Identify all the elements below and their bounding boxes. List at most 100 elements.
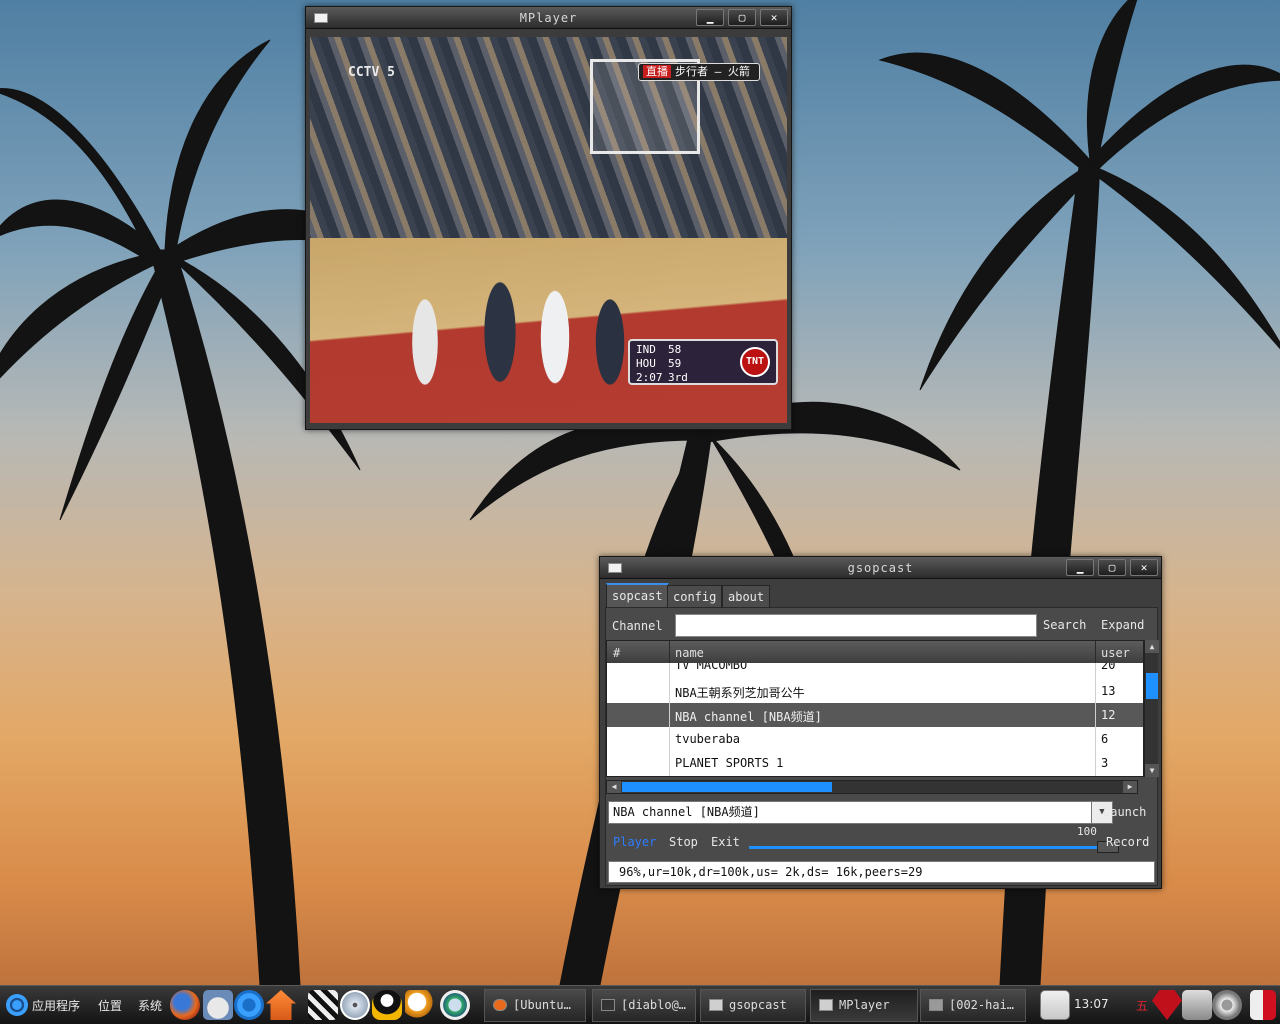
- task-label: [002-hai…: [949, 998, 1015, 1012]
- mplayer-window[interactable]: MPlayer ▁ ▢ ✕ CCTV 5 直播 步行者 — 火箭 IND 58 HO…: [305, 6, 792, 430]
- volume-icon[interactable]: [1212, 990, 1242, 1020]
- qq-penguin-icon[interactable]: [372, 990, 402, 1020]
- score-value: 59: [668, 357, 682, 370]
- search-button[interactable]: Search: [1040, 614, 1089, 636]
- minimize-button[interactable]: ▁: [1066, 559, 1094, 576]
- settings-icon[interactable]: [234, 990, 264, 1020]
- network-logo: TNT: [740, 347, 770, 377]
- ruby-gem-icon[interactable]: [1152, 990, 1182, 1020]
- notes-icon[interactable]: [1040, 990, 1070, 1020]
- gsopcast-window[interactable]: gsopcast ▁ ▢ ✕ sopcast config about Chan…: [599, 556, 1162, 889]
- row-name: PLANET SPORTS 1: [675, 756, 784, 770]
- table-row-selected[interactable]: NBA channel [NBA频道] 12: [607, 703, 1143, 727]
- score-value: 58: [668, 343, 682, 356]
- volume-slider[interactable]: [749, 841, 1119, 853]
- list-header-overlay: # name user: [607, 641, 1143, 663]
- scoreboard: IND 58 HOU 59 2:07 3rd TNT: [628, 339, 778, 385]
- tab-sopcast[interactable]: sopcast: [606, 583, 669, 607]
- table-row[interactable]: NBA王朝系列芝加哥公牛 13: [607, 679, 1143, 703]
- row-name: tvuberaba: [675, 732, 741, 746]
- minimize-button[interactable]: ▁: [696, 9, 724, 26]
- video-frame[interactable]: CCTV 5 直播 步行者 — 火箭 IND 58 HOU 59 2:07 3rd TN…: [310, 37, 787, 423]
- channel-label: Channel: [612, 619, 663, 633]
- firefox-icon: [493, 999, 507, 1011]
- scroll-thumb[interactable]: [622, 782, 832, 792]
- scroll-right-icon[interactable]: ▶: [1123, 781, 1137, 793]
- window-icon: [709, 999, 723, 1011]
- scroll-thumb[interactable]: [1146, 673, 1158, 699]
- places-menu[interactable]: 位置: [98, 997, 122, 1014]
- system-menu[interactable]: 系统: [138, 997, 162, 1014]
- column-header-user: user: [1101, 646, 1130, 660]
- task-mplayer[interactable]: MPlayer: [810, 989, 918, 1022]
- mplayer-titlebar[interactable]: MPlayer ▁ ▢ ✕: [306, 7, 791, 29]
- column-separator: [669, 641, 670, 663]
- scroll-left-icon[interactable]: ◀: [607, 781, 621, 793]
- exit-button[interactable]: Exit: [708, 831, 743, 853]
- firefox-icon[interactable]: [170, 990, 200, 1020]
- dvd-icon[interactable]: [340, 990, 370, 1020]
- clapper-icon[interactable]: [308, 990, 338, 1020]
- banner-text: 步行者 — 火箭: [675, 65, 750, 78]
- channel-combo[interactable]: NBA channel [NBA频道] ▼: [608, 801, 1113, 824]
- applications-menu[interactable]: 应用程序: [32, 997, 80, 1014]
- column-header-num: #: [613, 646, 621, 660]
- file-icon: [929, 999, 943, 1011]
- channel-search-input[interactable]: [675, 614, 1037, 637]
- table-row[interactable]: PLANET SPORTS 1 3: [607, 751, 1143, 775]
- column-divider: [1095, 663, 1096, 776]
- taskbar: 应用程序 位置 系统 [Ubuntu… [diablo@… gsopcast M…: [0, 985, 1280, 1024]
- terminal-icon: [601, 999, 615, 1011]
- clock[interactable]: 13:07: [1074, 997, 1109, 1011]
- score-clock: 2:07: [636, 371, 663, 384]
- close-button[interactable]: ✕: [760, 9, 788, 26]
- column-separator: [1095, 641, 1096, 663]
- list-vertical-scrollbar[interactable]: ▲ ▼: [1144, 640, 1159, 777]
- volume-value: 100: [1077, 825, 1097, 838]
- task-file[interactable]: [002-hai…: [920, 989, 1026, 1022]
- home-folder-icon[interactable]: [266, 990, 296, 1020]
- ubuntu-logo-icon[interactable]: [6, 994, 28, 1016]
- pidgin-icon[interactable]: [405, 990, 435, 1020]
- close-button[interactable]: ✕: [1130, 559, 1158, 576]
- launch-button[interactable]: Launch: [1100, 801, 1149, 823]
- logout-icon[interactable]: [1250, 990, 1276, 1020]
- stop-button[interactable]: Stop: [666, 831, 701, 853]
- sopcast-icon[interactable]: [440, 990, 470, 1020]
- channel-list[interactable]: # name user TV MACOMBO 20 # name user NB: [606, 640, 1144, 777]
- task-terminal[interactable]: [diablo@…: [592, 989, 696, 1022]
- row-user: 3: [1101, 756, 1109, 770]
- tab-config[interactable]: config: [667, 585, 723, 607]
- weather-icon[interactable]: [203, 990, 233, 1020]
- row-user: 13: [1101, 684, 1116, 698]
- scroll-down-icon[interactable]: ▼: [1145, 764, 1159, 777]
- expand-button[interactable]: Expand: [1098, 614, 1147, 636]
- broadcast-banner: 直播 步行者 — 火箭: [638, 63, 760, 81]
- task-ubuntu-firefox[interactable]: [Ubuntu…: [484, 989, 586, 1022]
- maximize-button[interactable]: ▢: [728, 9, 756, 26]
- status-bar: 96%,ur=10k,dr=100k,us= 2k,ds= 16k,peers=…: [608, 861, 1155, 883]
- record-button[interactable]: Record: [1103, 831, 1152, 853]
- window-icon: [819, 999, 833, 1011]
- task-label: gsopcast: [729, 998, 787, 1012]
- score-team: HOU: [636, 357, 656, 370]
- input-method-indicator[interactable]: 五: [1136, 997, 1148, 1014]
- tab-about[interactable]: about: [722, 585, 771, 607]
- row-user: 6: [1101, 732, 1109, 746]
- task-gsopcast[interactable]: gsopcast: [700, 989, 806, 1022]
- combo-value: NBA channel [NBA频道]: [613, 805, 760, 819]
- row-name: NBA王朝系列芝加哥公牛: [675, 686, 805, 700]
- column-divider: [669, 663, 670, 776]
- player-button[interactable]: Player: [610, 831, 659, 853]
- maximize-button[interactable]: ▢: [1098, 559, 1126, 576]
- row-name: NBA channel [NBA频道]: [675, 710, 822, 724]
- gsopcast-titlebar[interactable]: gsopcast ▁ ▢ ✕: [600, 557, 1161, 579]
- channel-logo: CCTV 5: [348, 65, 395, 80]
- network-icon[interactable]: [1182, 990, 1212, 1020]
- list-horizontal-scrollbar[interactable]: ◀ ▶: [606, 780, 1138, 794]
- table-row[interactable]: tvuberaba 6: [607, 727, 1143, 751]
- task-label: [diablo@…: [621, 998, 687, 1012]
- row-user: 12: [1101, 708, 1116, 722]
- task-label: [Ubuntu…: [513, 998, 571, 1012]
- scroll-up-icon[interactable]: ▲: [1145, 640, 1159, 653]
